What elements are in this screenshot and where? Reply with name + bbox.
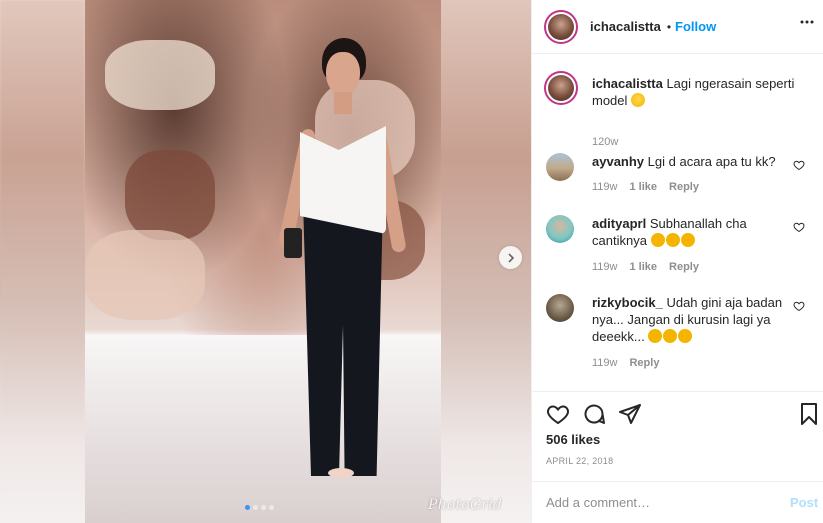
comment-likes-count[interactable]: 1 like: [629, 261, 657, 273]
backdrop-patch: [105, 40, 215, 110]
anguished-emoji-icon: [663, 329, 678, 343]
comment-text: adityaprl Subhanallah cha cantiknya: [592, 215, 792, 249]
add-comment-bar: Add a comment… Post: [532, 481, 823, 523]
comment-text: rizkybocik_ Udah gini aja badan nya... J…: [592, 294, 792, 345]
carousel-dot: [253, 505, 258, 510]
carousel-dot-active: [245, 505, 250, 510]
comment-likes-count[interactable]: 1 like: [629, 181, 657, 193]
reply-button[interactable]: Reply: [669, 181, 699, 193]
likes-count[interactable]: 506 likes: [546, 432, 600, 447]
bookmark-icon[interactable]: [797, 402, 821, 426]
reply-button[interactable]: Reply: [669, 261, 699, 273]
carousel-next-button[interactable]: [499, 246, 522, 269]
comment-meta: 119w 1 like Reply: [592, 261, 699, 273]
heart-outline-icon[interactable]: [793, 300, 805, 312]
paper-plane-icon[interactable]: [618, 402, 642, 426]
comment-input[interactable]: Add a comment…: [546, 495, 650, 510]
comments-list[interactable]: ichacalistta Lagi ngerasain seperti mode…: [532, 55, 823, 390]
backdrop-patch: [125, 150, 215, 240]
post-actions: 506 likes APRIL 22, 2018: [532, 391, 823, 481]
heart-eyes-emoji-icon: [665, 233, 680, 247]
backdrop-patch: [85, 230, 205, 320]
comment-username[interactable]: rizkybocik_: [592, 295, 663, 310]
heart-eyes-emoji-icon: [680, 233, 695, 247]
comment-body: Lgi d acara apa tu kk?: [647, 154, 776, 169]
avatar[interactable]: [546, 215, 574, 243]
comment-time: 119w: [592, 357, 618, 369]
comment-meta: 119w Reply: [592, 357, 659, 369]
post-sidebar: ichacalistta • Follow ichacalistta Lagi …: [531, 0, 823, 523]
post-comment-button[interactable]: Post: [790, 495, 818, 510]
caption-username[interactable]: ichacalistta: [592, 76, 663, 91]
person-face: [326, 52, 360, 96]
follow-button[interactable]: Follow: [675, 19, 716, 34]
comment-meta: 119w 1 like Reply: [592, 181, 699, 193]
person-figure: [270, 38, 410, 488]
person-shoe: [328, 468, 354, 478]
rofl-emoji-icon: [631, 93, 646, 107]
person-bag: [284, 228, 302, 258]
header-username[interactable]: ichacalistta: [590, 19, 661, 34]
photogrid-watermark: PhotoGrid: [428, 497, 503, 513]
anguished-emoji-icon: [648, 329, 663, 343]
chevron-right-icon: [507, 252, 514, 263]
heart-eyes-emoji-icon: [650, 233, 665, 247]
header-separator: •: [666, 19, 672, 34]
person-neck: [334, 92, 352, 114]
avatar[interactable]: [544, 9, 578, 44]
comment-username[interactable]: ayvanhy: [592, 154, 644, 169]
heart-outline-icon[interactable]: [793, 221, 805, 233]
avatar[interactable]: [544, 71, 578, 105]
post-date: APRIL 22, 2018: [546, 456, 614, 466]
heart-outline-icon[interactable]: [546, 402, 570, 426]
media-blur-left: [0, 0, 85, 523]
caption-time: 120w: [592, 136, 619, 148]
carousel-dot: [261, 505, 266, 510]
more-options-button[interactable]: [799, 14, 815, 35]
anguished-emoji-icon: [678, 329, 693, 343]
carousel-dot: [269, 505, 274, 510]
person-pants: [303, 201, 383, 476]
comment-text: ayvanhy Lgi d acara apa tu kk?: [592, 153, 792, 170]
comment-username[interactable]: adityaprl: [592, 216, 646, 231]
avatar[interactable]: [546, 294, 574, 322]
carousel-dots: [245, 505, 274, 510]
post-photo: [85, 0, 441, 523]
more-dots-icon: [800, 20, 814, 24]
comment-time: 119w: [592, 261, 618, 273]
caption-text: ichacalistta Lagi ngerasain seperti mode…: [592, 75, 807, 109]
comment-bubble-icon[interactable]: [582, 402, 606, 426]
post-media: PhotoGrid: [0, 0, 531, 523]
comment-time: 119w: [592, 181, 618, 193]
post-header: ichacalistta • Follow: [532, 0, 823, 54]
reply-button[interactable]: Reply: [629, 357, 659, 369]
avatar[interactable]: [546, 153, 574, 181]
heart-outline-icon[interactable]: [793, 159, 805, 171]
